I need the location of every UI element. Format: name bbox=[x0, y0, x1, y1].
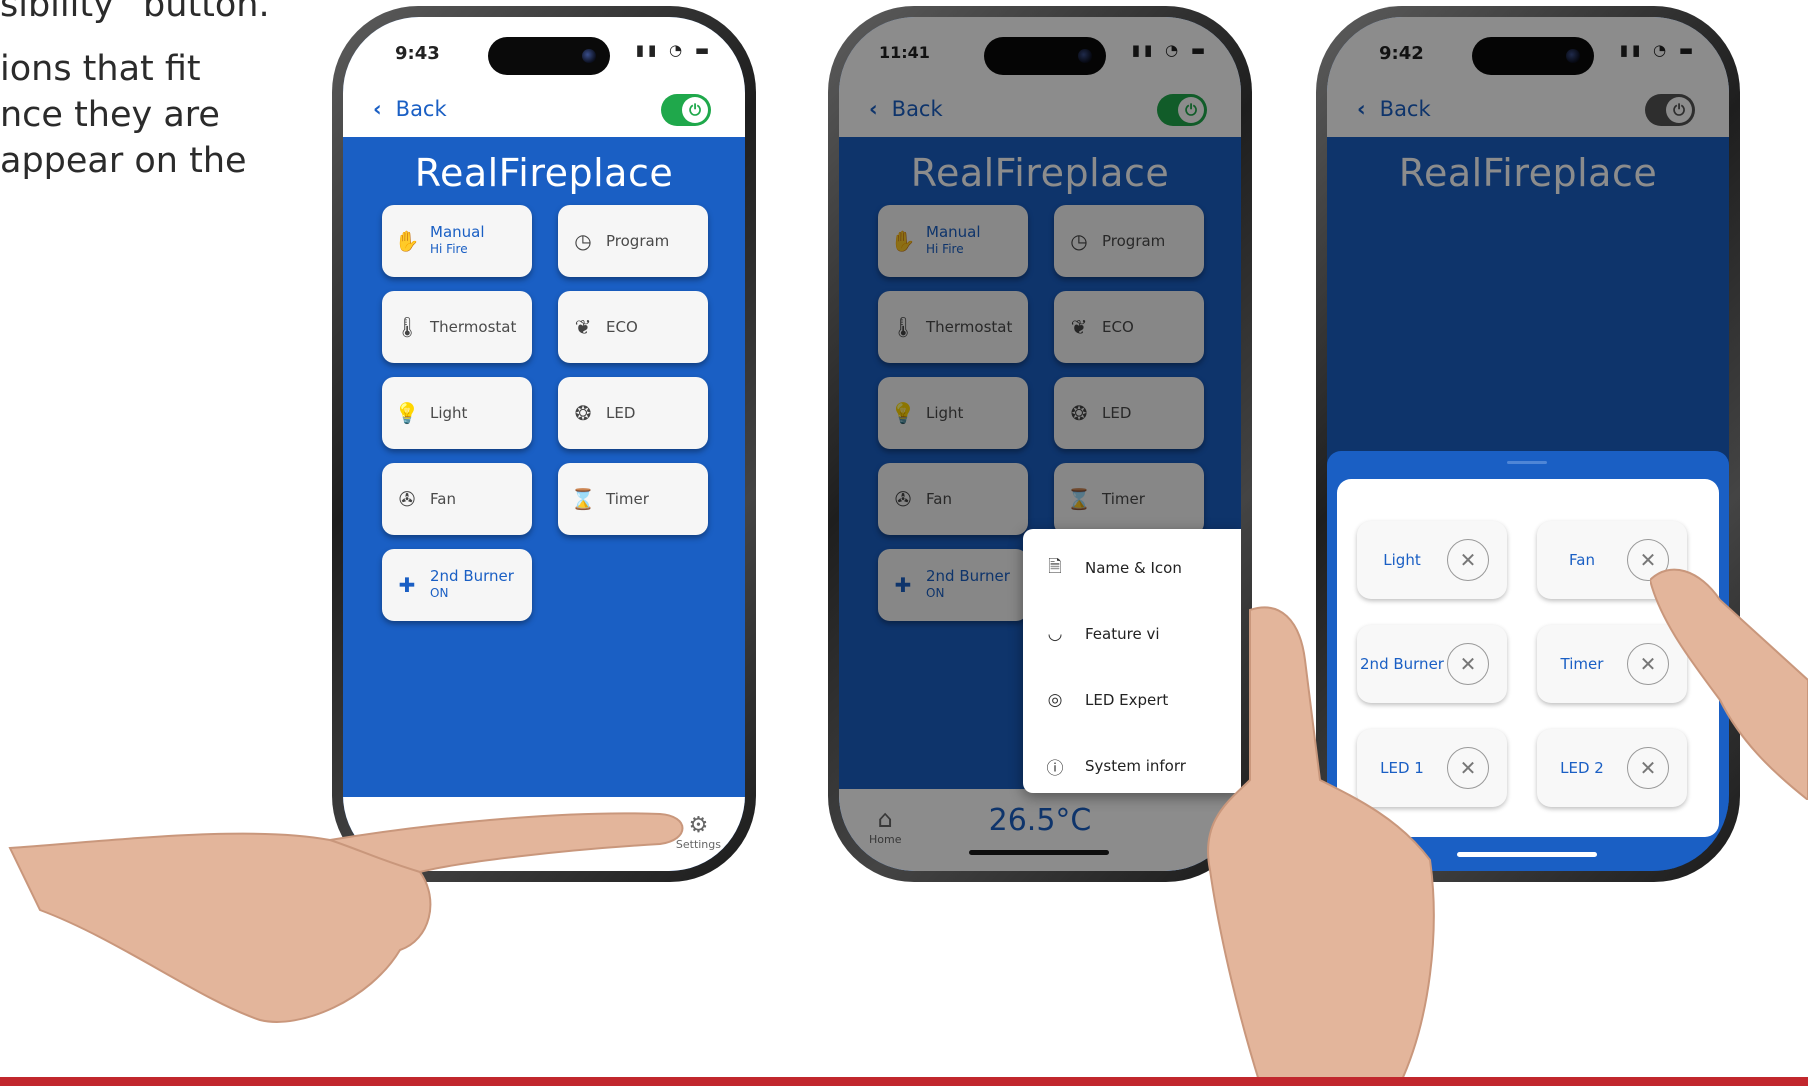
menu-item-led-expert[interactable]: ◎ LED Expert bbox=[1043, 685, 1169, 715]
tile-label: 2nd Burner bbox=[430, 567, 514, 585]
sheet-grabber[interactable] bbox=[1507, 461, 1547, 464]
pointing-hand-image bbox=[8, 812, 684, 1023]
dynamic-island bbox=[488, 37, 610, 75]
menu-item-feature-visibility[interactable]: ◡ Feature vi bbox=[1043, 619, 1160, 649]
menu-item-label: Name & Icon bbox=[1085, 559, 1182, 577]
tile-timer[interactable]: ⌛ Timer bbox=[558, 463, 708, 535]
brand-title: RealFireplace bbox=[414, 151, 674, 195]
menu-item-label: System inforr bbox=[1085, 757, 1186, 775]
intro-line: nce they are bbox=[0, 95, 220, 135]
tile-label: Program bbox=[606, 231, 670, 250]
tile-label: LED bbox=[606, 403, 636, 422]
document-icon: 🗎 bbox=[1048, 556, 1062, 577]
tile-label: Timer bbox=[606, 489, 649, 508]
hourglass-icon: ⌛ bbox=[570, 487, 596, 511]
back-button[interactable]: ‹ Back bbox=[373, 97, 447, 121]
tile-light[interactable]: 💡 Light bbox=[382, 377, 532, 449]
chip-label: Light bbox=[1383, 551, 1421, 569]
camera-icon bbox=[582, 49, 596, 63]
pointing-hand-image bbox=[1207, 606, 1435, 1084]
led-icon: ❂ bbox=[574, 401, 592, 425]
status-bar: 9:43 ▮▮ ◔ ▬ bbox=[343, 17, 745, 89]
status-time: 9:43 bbox=[395, 43, 440, 64]
plus-icon: ✚ bbox=[398, 573, 416, 597]
leaf-icon: ❦ bbox=[574, 315, 592, 339]
chip-label: Fan bbox=[1569, 551, 1595, 569]
phone-screen: 9:43 ▮▮ ◔ ▬ ‹ Back ⏻ RealFireplace ✋ Manu… bbox=[343, 17, 745, 871]
back-label: Back bbox=[395, 97, 447, 121]
chip-label: Timer bbox=[1560, 655, 1604, 673]
main-panel: RealFireplace ✋ Manual Hi Fire ◷ Program … bbox=[343, 137, 745, 871]
clock-icon: ◷ bbox=[574, 229, 592, 253]
tile-label: Light bbox=[430, 403, 468, 422]
power-toggle[interactable]: ⏻ bbox=[661, 94, 711, 126]
feature-chip-light: Light ✕ bbox=[1357, 521, 1507, 599]
tile-led[interactable]: ❂ LED bbox=[558, 377, 708, 449]
tile-thermostat[interactable]: 🌡 Thermostat bbox=[382, 291, 532, 363]
menu-item-label: LED Expert bbox=[1085, 691, 1169, 709]
hand-icon: ✋ bbox=[394, 229, 420, 253]
close-icon[interactable]: ✕ bbox=[1447, 643, 1489, 685]
intro-line: ions that fit bbox=[0, 49, 201, 89]
tile-label: ECO bbox=[606, 317, 638, 336]
power-icon: ⏻ bbox=[682, 97, 708, 123]
tile-fan[interactable]: ✇ Fan bbox=[382, 463, 532, 535]
thermometer-icon: 🌡 bbox=[394, 315, 420, 339]
footer-bar bbox=[0, 1077, 1808, 1086]
tile-manual[interactable]: ✋ Manual Hi Fire bbox=[382, 205, 532, 277]
tile-label: Thermostat bbox=[430, 317, 517, 336]
tile-program[interactable]: ◷ Program bbox=[558, 205, 708, 277]
info-icon: ⓘ bbox=[1046, 758, 1064, 779]
menu-item-name-icon[interactable]: 🗎 Name & Icon bbox=[1043, 553, 1182, 583]
phone-mockup-1: 9:43 ▮▮ ◔ ▬ ‹ Back ⏻ RealFireplace ✋ Manu… bbox=[332, 6, 756, 882]
chevron-left-icon: ‹ bbox=[373, 97, 382, 121]
intro-line: appear on the bbox=[0, 141, 247, 181]
tile-label: Fan bbox=[430, 489, 456, 508]
chip-label: LED 2 bbox=[1560, 759, 1604, 777]
eye-icon: ◎ bbox=[1047, 690, 1063, 710]
fan-icon: ✇ bbox=[398, 487, 416, 511]
menu-item-label: Feature vi bbox=[1085, 625, 1160, 643]
pointing-hand-image bbox=[1650, 568, 1808, 800]
bulb-icon: 💡 bbox=[394, 401, 420, 425]
nav-bar: ‹ Back ⏻ bbox=[343, 89, 745, 137]
intro-line: sibility” button. bbox=[0, 0, 270, 25]
tile-2nd-burner[interactable]: ✚ 2nd Burner ON bbox=[382, 549, 532, 621]
tile-sub: Hi Fire bbox=[430, 242, 468, 256]
tile-eco[interactable]: ❦ ECO bbox=[558, 291, 708, 363]
home-indicator bbox=[1457, 852, 1597, 857]
phone-screen: 11:41 ▮▮ ◔ ▬ ‹ Back ⏻ RealFireplace ✋ Man… bbox=[839, 17, 1241, 871]
close-icon[interactable]: ✕ bbox=[1447, 539, 1489, 581]
status-icons: ▮▮ ◔ ▬ bbox=[635, 41, 713, 59]
menu-item-system-info[interactable]: ⓘ System inforr bbox=[1043, 751, 1186, 781]
close-icon[interactable]: ✕ bbox=[1447, 747, 1489, 789]
tile-label: Manual bbox=[430, 223, 485, 241]
tile-sub: ON bbox=[430, 586, 449, 600]
intro-text: sibility” button. ions that fit nce they… bbox=[0, 0, 300, 184]
phone-mockup-2: 11:41 ▮▮ ◔ ▬ ‹ Back ⏻ RealFireplace ✋ Man… bbox=[828, 6, 1252, 882]
closed-eye-icon: ◡ bbox=[1047, 624, 1063, 644]
